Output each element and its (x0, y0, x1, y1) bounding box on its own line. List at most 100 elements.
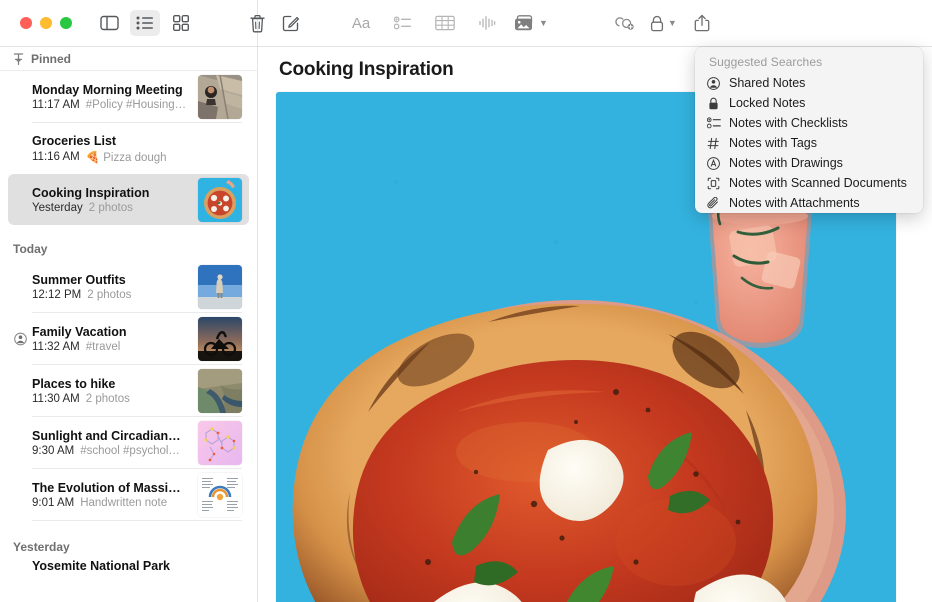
media-button[interactable]: ▼ (514, 10, 548, 36)
note-thumbnail (198, 265, 242, 309)
note-list-item-cooking-inspiration[interactable]: Cooking Inspiration Yesterday 2 photos (8, 174, 249, 225)
list-view-button[interactable] (130, 10, 160, 36)
notes-window: Aa (0, 0, 932, 602)
note-thumbnail (198, 178, 242, 222)
note-text-block: Monday Morning Meeting 11:17 AM #Policy … (32, 83, 198, 111)
lock-note-button[interactable]: ▼ (650, 10, 677, 36)
note-list-item-sunlight-and-circadian[interactable]: Sunlight and Circadian… 9:30 AM #school … (8, 417, 249, 468)
traffic-light-buttons (20, 17, 72, 29)
shared-person-icon (14, 332, 27, 345)
note-list-item-evolution-of-massive[interactable]: The Evolution of Massi… 9:01 AM Handwrit… (8, 469, 249, 520)
zoom-window-button[interactable] (60, 17, 72, 29)
minimize-window-button[interactable] (40, 17, 52, 29)
toolbar-main-zone: Aa (258, 0, 932, 46)
note-thumbnail (198, 369, 242, 413)
table-icon (435, 15, 455, 31)
toolbar-sidebar-zone (0, 0, 258, 46)
note-title: Monday Morning Meeting (32, 83, 198, 97)
note-text-block: Yosemite National Park (32, 559, 242, 573)
toolbar: Aa (0, 0, 932, 47)
chevron-down-icon: ▼ (539, 18, 548, 28)
river-canyon-photo-icon (198, 369, 242, 413)
lock-icon (650, 15, 664, 32)
note-separator (32, 520, 242, 521)
note-title: The Evolution of Massi… (32, 481, 198, 495)
drawing-icon (706, 157, 721, 170)
section-header-label: Today (13, 242, 47, 256)
city-map-photo-icon (198, 75, 242, 119)
scanned-paper-icon (198, 473, 242, 517)
note-timestamp: 9:01 AM (32, 497, 74, 509)
collaborate-button[interactable] (610, 10, 640, 36)
shared-person-icon (706, 77, 721, 90)
hashtag-icon (706, 137, 721, 150)
note-list-item-groceries-list[interactable]: Groceries List 11:16 AM 🍕 Pizza dough (8, 123, 249, 174)
pin-icon (13, 53, 24, 65)
suggested-search-checklists[interactable]: Notes with Checklists (695, 113, 923, 133)
section-header-pinned: Pinned (0, 47, 257, 71)
toggle-sidebar-icon (100, 15, 119, 31)
note-timestamp: 11:16 AM (32, 151, 80, 163)
note-text-block: Summer Outfits 12:12 PM 2 photos (32, 273, 198, 301)
suggested-search-label: Shared Notes (729, 76, 805, 90)
note-snippet: Handwritten note (80, 497, 167, 509)
suggested-searches-popover[interactable]: Suggested Searches Shared Notes Locked N… (695, 47, 923, 213)
suggested-search-label: Notes with Drawings (729, 156, 843, 170)
collaborate-icon (614, 15, 636, 31)
note-timestamp: 12:12 PM (32, 289, 81, 301)
note-title: Groceries List (32, 134, 242, 148)
suggested-search-locked-notes[interactable]: Locked Notes (695, 93, 923, 113)
note-meta: 11:16 AM 🍕 Pizza dough (32, 150, 242, 164)
note-meta: 11:32 AM #travel (32, 341, 198, 353)
note-snippet: 2 photos (86, 393, 130, 405)
section-header-label: Yesterday (13, 540, 70, 554)
suggested-search-tags[interactable]: Notes with Tags (695, 133, 923, 153)
pizza-photo-icon (198, 178, 242, 222)
molecule-diagram-icon (198, 421, 242, 465)
list-view-icon (136, 16, 154, 30)
compose-note-icon (282, 14, 300, 32)
note-thumbnail (198, 75, 242, 119)
paperclip-icon (706, 197, 721, 210)
media-photo-icon (514, 15, 536, 32)
note-title: Family Vacation (32, 325, 198, 339)
format-text-button[interactable]: Aa (346, 10, 376, 36)
note-meta: 9:30 AM #school #psychol… (32, 445, 198, 457)
notes-list-sidebar[interactable]: Pinned Monday Morning Meeting 11:17 AM #… (0, 47, 258, 602)
note-thumbnail (198, 317, 242, 361)
share-button[interactable] (687, 10, 717, 36)
note-text-block: The Evolution of Massi… 9:01 AM Handwrit… (32, 481, 198, 509)
note-snippet: 2 photos (89, 202, 133, 214)
checklist-icon (706, 117, 721, 129)
close-window-button[interactable] (20, 17, 32, 29)
suggested-search-scanned-documents[interactable]: Notes with Scanned Documents (695, 173, 923, 193)
checklist-icon (394, 16, 412, 30)
share-icon (694, 14, 710, 32)
suggested-search-drawings[interactable]: Notes with Drawings (695, 153, 923, 173)
note-meta: 9:01 AM Handwritten note (32, 497, 198, 509)
note-timestamp: Yesterday (32, 202, 83, 214)
view-controls-group (94, 10, 272, 36)
note-title: Summer Outfits (32, 273, 198, 287)
suggested-search-label: Locked Notes (729, 96, 805, 110)
toggle-sidebar-button[interactable] (94, 10, 124, 36)
suggested-search-label: Notes with Checklists (729, 116, 848, 130)
gallery-view-button[interactable] (166, 10, 196, 36)
note-timestamp: 11:32 AM (32, 341, 80, 353)
section-header-label: Pinned (31, 52, 71, 66)
note-text-block: Sunlight and Circadian… 9:30 AM #school … (32, 429, 198, 457)
note-list-item-summer-outfits[interactable]: Summer Outfits 12:12 PM 2 photos (8, 261, 249, 312)
audio-button[interactable] (472, 10, 502, 36)
note-list-item-yosemite-national-park[interactable]: Yosemite National Park (8, 559, 249, 589)
note-list-item-places-to-hike[interactable]: Places to hike 11:30 AM 2 photos (8, 365, 249, 416)
suggested-search-shared-notes[interactable]: Shared Notes (695, 73, 923, 93)
note-list-item-family-vacation[interactable]: Family Vacation 11:32 AM #travel (8, 313, 249, 364)
note-thumbnail (198, 421, 242, 465)
suggested-search-label: Notes with Attachments (729, 196, 860, 210)
table-button[interactable] (430, 10, 460, 36)
checklist-button[interactable] (388, 10, 418, 36)
compose-note-button[interactable] (276, 10, 306, 36)
suggested-search-attachments[interactable]: Notes with Attachments (695, 193, 923, 213)
note-snippet: #Policy #Housing… (86, 99, 186, 111)
note-list-item-monday-morning-meeting[interactable]: Monday Morning Meeting 11:17 AM #Policy … (8, 71, 249, 122)
